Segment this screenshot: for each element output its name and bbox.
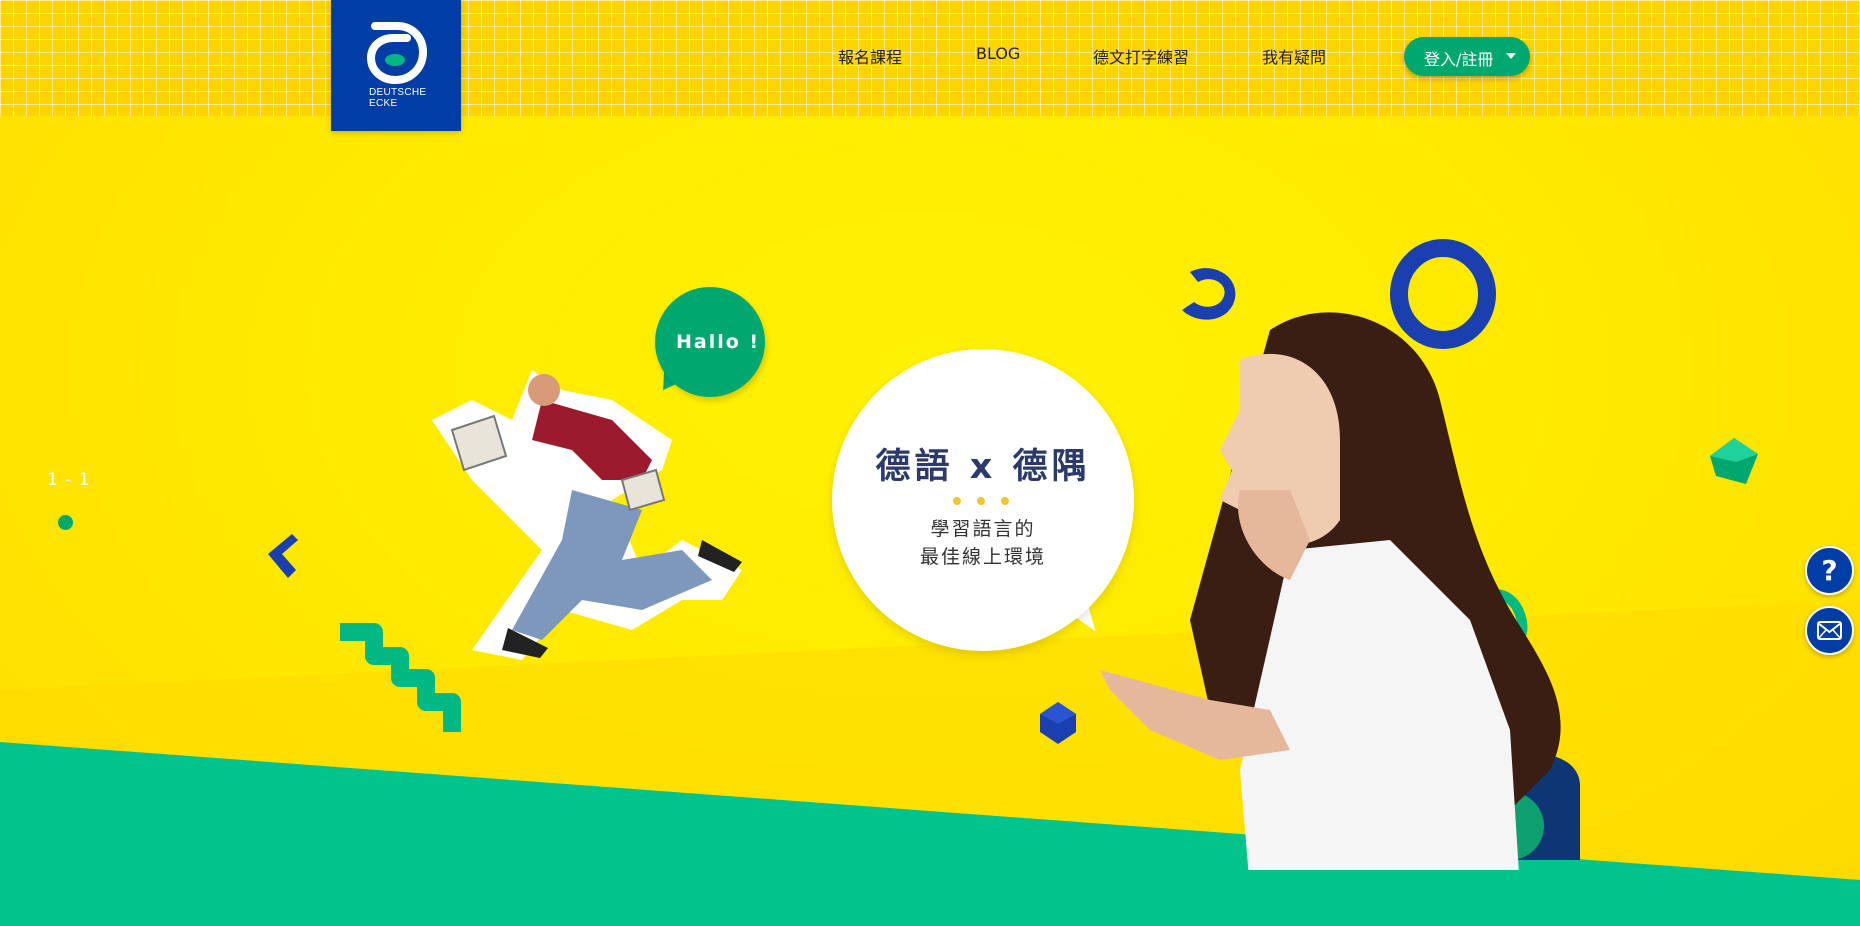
logo-mark — [367, 22, 427, 84]
hero-dots — [953, 490, 1025, 509]
slide-dot[interactable] — [58, 515, 73, 530]
contact-mail-button[interactable] — [1805, 606, 1854, 655]
hero-subtitle: 學習語言的 最佳線上環境 — [919, 518, 1046, 568]
help-button[interactable]: ? — [1805, 546, 1854, 595]
hero-stage: DEUTSCHE ECKE 報名課程 BLOG 德文打字練習 我有疑問 登入/註… — [0, 0, 1860, 926]
login-register-button[interactable]: 登入/註冊 — [1404, 37, 1530, 76]
blue-cube — [1040, 702, 1076, 744]
mail-icon — [1817, 621, 1842, 640]
nav-faq[interactable]: 我有疑問 — [1262, 44, 1326, 68]
left-blue-chevron — [268, 534, 298, 578]
running-man-illustration — [432, 370, 742, 660]
hero-title: 德語 x 德隅 — [875, 447, 1091, 487]
nav-enroll-courses[interactable]: 報名課程 — [838, 44, 902, 68]
question-icon: ? — [1821, 554, 1838, 587]
hallo-text: Hallo ! — [676, 331, 761, 353]
slide-counter: 1 - 1 — [47, 470, 91, 490]
logo-text: DEUTSCHE ECKE — [369, 87, 427, 109]
nav-typing-practice[interactable]: 德文打字練習 — [1093, 44, 1189, 68]
green-cube — [1710, 438, 1758, 484]
logo[interactable]: DEUTSCHE ECKE — [331, 0, 461, 131]
woman-illustration — [1100, 312, 1561, 870]
header-bar — [0, 0, 1860, 116]
login-register-label: 登入/註冊 — [1424, 50, 1494, 69]
caret-down-icon — [1506, 53, 1516, 59]
nav-blog[interactable]: BLOG — [976, 44, 1020, 63]
